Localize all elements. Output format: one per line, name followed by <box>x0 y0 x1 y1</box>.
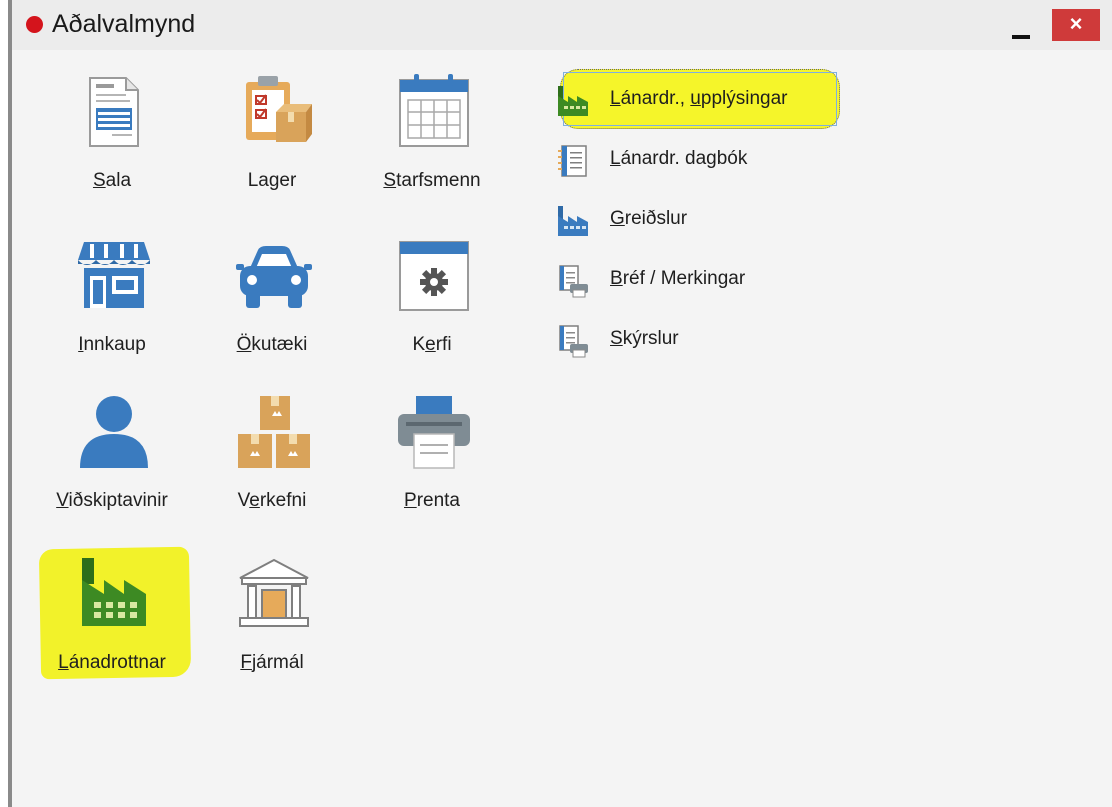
order-form-icon <box>89 77 139 147</box>
minimize-button[interactable] <box>1007 12 1037 42</box>
tile-label: Viðskiptavinir <box>56 490 168 511</box>
factory-icon <box>82 558 146 626</box>
bank-icon <box>239 558 309 627</box>
calendar-icon <box>399 74 469 147</box>
link-skyrslur[interactable]: Skýrslur <box>556 324 836 358</box>
factory-small-blue-icon <box>558 206 588 236</box>
tile-label: Kerfi <box>412 334 452 355</box>
tile-innkaup[interactable]: Innkaup <box>42 238 182 388</box>
settings-window-icon <box>399 241 469 311</box>
tile-label: Verkefni <box>237 490 307 511</box>
tile-prenta[interactable]: Prenta <box>362 394 502 544</box>
tile-kerfi[interactable]: Kerfi <box>362 238 502 388</box>
link-lanardr-upplysingar[interactable]: Lánardr., upplýsingar <box>556 84 836 118</box>
window-title: Aðalvalmynd <box>52 10 196 38</box>
close-button[interactable]: × <box>1052 9 1100 41</box>
storefront-icon <box>78 242 150 308</box>
link-bref-merkingar[interactable]: Bréf / Merkingar <box>556 264 836 298</box>
tile-lanadrottnar[interactable]: Lánadrottnar <box>42 556 182 706</box>
tile-sala[interactable]: Sala <box>42 74 182 224</box>
tile-label: Starfsmenn <box>383 170 481 191</box>
tile-lager[interactable]: Lager <box>202 74 342 224</box>
tile-verkefni[interactable]: Verkefni <box>202 394 342 544</box>
tile-label: Fjármál <box>240 652 304 673</box>
app-status-dot-icon <box>26 16 43 33</box>
tile-label: Ökutæki <box>236 334 308 355</box>
tile-okutaeki[interactable]: Ökutæki <box>202 238 342 388</box>
close-icon: × <box>1069 11 1083 36</box>
title-bar[interactable]: Aðalvalmynd × <box>12 0 1112 50</box>
minimize-icon <box>1012 35 1030 39</box>
printer-icon <box>398 396 470 469</box>
inventory-clipboard-icon <box>246 76 312 142</box>
tile-label: Sala <box>92 170 132 191</box>
tile-fjarmal[interactable]: Fjármál <box>202 556 342 706</box>
car-icon <box>236 246 312 308</box>
link-label: Bréf / Merkingar <box>610 268 746 289</box>
link-greidslur[interactable]: Greiðslur <box>556 204 836 238</box>
tile-label: Innkaup <box>78 334 146 355</box>
tile-label: Lager <box>247 170 297 191</box>
link-label: Skýrslur <box>610 328 679 349</box>
notebook-icon <box>558 145 587 177</box>
main-window: Aðalvalmynd × Sala Lager Starfsmenn Innk… <box>8 0 1112 807</box>
tile-label: Lánadrottnar <box>58 652 166 673</box>
tile-vidskiptavinir[interactable]: Viðskiptavinir <box>42 394 182 544</box>
boxes-icon <box>238 396 310 468</box>
report-print-icon <box>559 325 588 358</box>
document-print-icon <box>559 265 588 298</box>
user-icon <box>80 396 148 468</box>
link-label: Lánardr. dagbók <box>610 148 748 169</box>
tile-label: Prenta <box>404 490 460 511</box>
factory-small-icon <box>558 86 588 116</box>
link-label: Greiðslur <box>610 208 688 229</box>
link-lanardr-dagbok[interactable]: Lánardr. dagbók <box>556 144 836 178</box>
link-label: Lánardr., upplýsingar <box>610 88 788 109</box>
tile-starfsmenn[interactable]: Starfsmenn <box>362 74 502 224</box>
